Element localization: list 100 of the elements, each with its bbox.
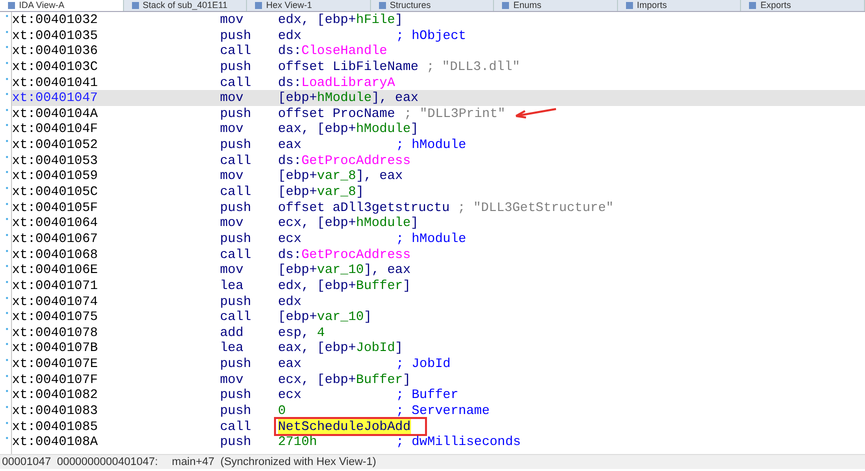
tab[interactable]: Imports bbox=[618, 0, 742, 11]
mnemonic: call bbox=[220, 152, 252, 168]
operand: ecx bbox=[278, 230, 302, 247]
address: xt:00401032 bbox=[12, 12, 99, 28]
mnemonic: call bbox=[220, 418, 252, 434]
code-line[interactable]: xt:0040105C call [ebp+var_8] bbox=[12, 184, 865, 200]
operand: edx bbox=[278, 28, 302, 44]
mnemonic: call bbox=[220, 43, 252, 59]
address: xt:0040105C bbox=[12, 184, 99, 200]
address: xt:00401083 bbox=[12, 403, 99, 419]
argument-comment: ; Servername bbox=[396, 403, 490, 419]
operand: eax bbox=[278, 356, 302, 372]
code-line[interactable]: xt:00401059 mov [ebp+var_8], eax bbox=[12, 168, 865, 184]
code-line[interactable]: xt:0040106E mov [ebp+var_10], eax bbox=[12, 262, 865, 278]
code-line[interactable]: xt:00401082 push ecx ; Buffer bbox=[12, 387, 865, 404]
address: xt:0040104A bbox=[12, 106, 99, 122]
tab[interactable]: Stack of sub_401E11 bbox=[124, 0, 248, 11]
address: xt:00401064 bbox=[12, 215, 99, 231]
code-line[interactable]: xt:00401071 lea edx, [ebp+Buffer] bbox=[12, 278, 865, 294]
code-line[interactable]: xt:0040108A push 2710h ; dwMilliseconds bbox=[12, 434, 865, 450]
code-line[interactable]: xt:00401035 push edx ; hObject bbox=[12, 28, 865, 44]
tab-icon bbox=[378, 2, 386, 9]
code-line[interactable]: xt:0040105F push offset aDll3getstructu ; "DLL3GetStructure" bbox=[12, 200, 865, 216]
code-line[interactable]: xt:0040107E push eax ; JobId bbox=[12, 356, 865, 372]
operand: [ebp+var_10], eax bbox=[278, 262, 411, 278]
string-comment: ; "DLL3.dll" bbox=[426, 58, 520, 75]
code-line[interactable]: xt:00401075 call [ebp+var_10] bbox=[12, 309, 865, 325]
code-line[interactable]: xt:0040103C push offset LibFileName ; "DLL3.dll" bbox=[12, 58, 865, 75]
mnemonic: call bbox=[220, 246, 252, 262]
mnemonic: mov bbox=[220, 262, 244, 278]
address: xt:00401075 bbox=[12, 309, 99, 325]
operand: offset aDll3getstructu bbox=[278, 200, 450, 216]
tab[interactable]: Hex View-1 bbox=[247, 0, 371, 11]
code-line[interactable]: xt:00401052 push eax ; hModule bbox=[12, 137, 865, 153]
mnemonic: mov bbox=[220, 168, 244, 184]
operand: eax, [ebp+JobId] bbox=[278, 340, 403, 356]
tab-icon bbox=[749, 2, 756, 9]
address: xt:0040107F bbox=[12, 372, 99, 388]
operand: 0 bbox=[278, 403, 287, 419]
operand: eax, [ebp+hModule] bbox=[278, 121, 418, 138]
code-line[interactable]: xt:00401074 push edx bbox=[12, 294, 865, 310]
argument-comment: ; JobId bbox=[396, 356, 451, 372]
argument-comment: ; Buffer bbox=[396, 387, 458, 404]
operand: ds:LoadLibraryA bbox=[278, 74, 396, 90]
code-line[interactable]: xt:00401053 call ds:GetProcAddress bbox=[12, 152, 865, 168]
mnemonic: push bbox=[220, 434, 252, 450]
code-line[interactable]: xt:00401083 push 0 ; Servername bbox=[12, 403, 865, 419]
string-comment: ; "DLL3GetStructure" bbox=[458, 200, 614, 216]
code-line[interactable]: xt:00401078 add esp, 4 bbox=[12, 324, 865, 340]
tab[interactable]: IDA View-A bbox=[0, 0, 124, 11]
mnemonic: mov bbox=[220, 372, 244, 388]
mnemonic: push bbox=[220, 200, 252, 216]
code-line[interactable]: xt:0040104F mov eax, [ebp+hModule] bbox=[12, 121, 865, 138]
operand: offset ProcName bbox=[278, 106, 396, 122]
status-sync: (Synchronized with Hex View-1) bbox=[220, 456, 376, 468]
code-line[interactable]: xt:0040104A push offset ProcName ; "DLL3Print" bbox=[12, 106, 865, 122]
code-line[interactable]: xt:00401067 push ecx ; hModule bbox=[12, 230, 865, 247]
code-line[interactable]: xt:00401085 call NetScheduleJobAdd bbox=[12, 418, 865, 434]
address: xt:00401036 bbox=[12, 43, 99, 59]
code-line[interactable]: xt:00401064 mov ecx, [ebp+hModule] bbox=[12, 215, 865, 231]
mnemonic: push bbox=[220, 294, 252, 310]
status-location: main+47 bbox=[172, 456, 214, 468]
operand: ds:GetProcAddress bbox=[278, 152, 411, 168]
tab[interactable]: Exports bbox=[741, 0, 865, 11]
code-line[interactable]: xt:00401036 call ds:CloseHandle bbox=[12, 43, 865, 59]
operand: edx, [ebp+hFile] bbox=[278, 12, 403, 28]
mnemonic: lea bbox=[220, 340, 244, 356]
operand: eax bbox=[278, 137, 302, 153]
operand: ecx bbox=[278, 387, 302, 404]
status-address: 0000000000401047: bbox=[56, 456, 158, 468]
code-line[interactable]: xt:0040107B lea eax, [ebp+JobId] bbox=[12, 340, 865, 356]
address: xt:00401053 bbox=[12, 152, 99, 168]
address: xt:0040104F bbox=[12, 121, 99, 138]
tab[interactable]: Structures bbox=[370, 0, 494, 11]
argument-comment: ; hModule bbox=[396, 230, 466, 247]
mnemonic: add bbox=[220, 324, 244, 340]
code-line[interactable]: xt:00401041 call ds:LoadLibraryA bbox=[12, 74, 865, 90]
tab[interactable]: Enums bbox=[494, 0, 618, 11]
operand: ecx, [ebp+Buffer] bbox=[278, 372, 411, 388]
operand: edx, [ebp+Buffer] bbox=[278, 278, 411, 294]
operand: ds:CloseHandle bbox=[278, 43, 388, 59]
operand: [ebp+hModule], eax bbox=[278, 90, 418, 106]
operand: 2710h bbox=[278, 434, 318, 450]
code-line[interactable]: xt:00401068 call ds:GetProcAddress bbox=[12, 246, 865, 262]
mnemonic: call bbox=[220, 309, 252, 325]
code-line[interactable]: xt:0040107F mov ecx, [ebp+Buffer] bbox=[12, 372, 865, 388]
tab-icon bbox=[132, 2, 139, 9]
argument-comment: ; dwMilliseconds bbox=[396, 434, 521, 450]
address: xt:0040106E bbox=[12, 262, 99, 278]
address: xt:0040103C bbox=[12, 58, 99, 75]
mnemonic: push bbox=[220, 28, 252, 44]
mnemonic: push bbox=[220, 403, 252, 419]
tab-icon bbox=[502, 2, 510, 9]
tab-icon bbox=[255, 2, 262, 9]
address: xt:00401082 bbox=[12, 387, 99, 404]
mnemonic: push bbox=[220, 106, 252, 122]
mnemonic: call bbox=[220, 74, 252, 90]
address: xt:0040105F bbox=[12, 200, 99, 216]
address: xt:00401047 bbox=[12, 90, 99, 106]
code-line[interactable]: xt:00401032 mov edx, [ebp+hFile] bbox=[12, 12, 865, 28]
